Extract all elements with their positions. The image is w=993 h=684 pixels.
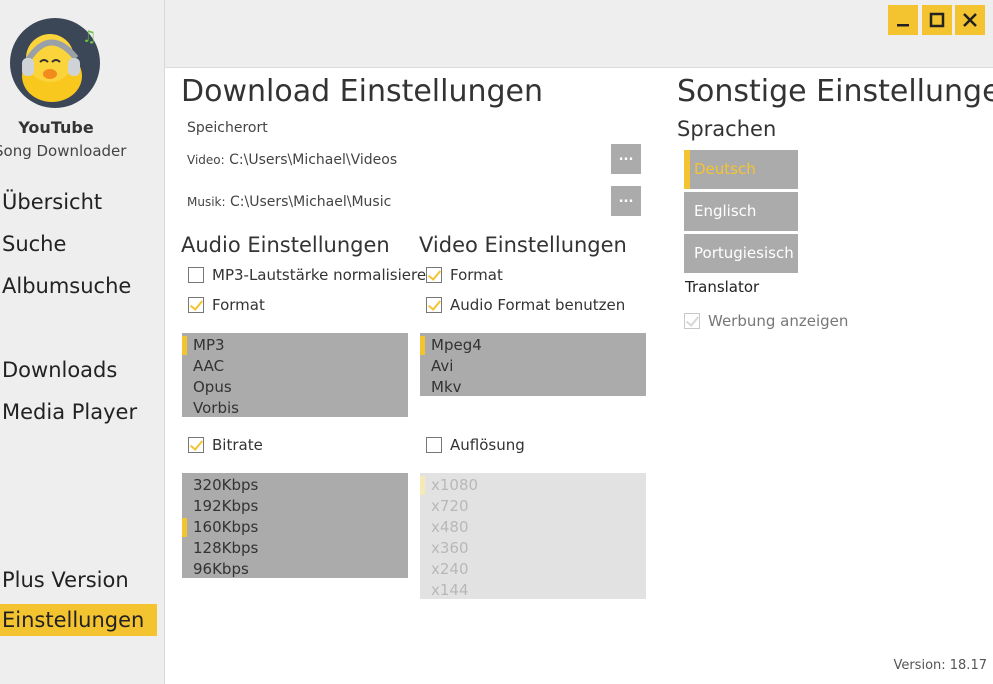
download-settings-heading: Download Einstellungen (181, 74, 544, 109)
list-item[interactable]: x144 (420, 580, 646, 601)
use-audio-format-label: Audio Format benutzen (450, 296, 626, 314)
list-item[interactable]: x1080 (420, 475, 646, 496)
list-item[interactable]: 192Kbps (182, 496, 408, 517)
video-format-checkbox[interactable]: Format (426, 266, 503, 284)
translator-link[interactable]: Translator (685, 278, 759, 296)
video-format-label: Format (450, 266, 503, 284)
video-path: C:\Users\Michael\Videos (229, 152, 398, 168)
list-item[interactable]: Vorbis (182, 398, 408, 419)
app-subtitle: Song Downloader (0, 142, 127, 160)
close-icon (963, 13, 977, 27)
resolution-checkbox[interactable]: Auflösung (426, 436, 525, 454)
nav-item-uebersicht[interactable]: Übersicht (0, 186, 157, 218)
nav-item-media-player[interactable]: Media Player (0, 396, 157, 428)
nav-item-albumsuche[interactable]: Albumsuche (0, 270, 157, 302)
bitrate-label: Bitrate (212, 436, 263, 454)
video-format-checkbox-box (426, 267, 442, 283)
video-label: Video: (187, 153, 225, 167)
version-label: Version: 18.17 (893, 658, 987, 673)
resolution-label: Auflösung (450, 436, 525, 454)
location-label: Speicherort (187, 120, 268, 136)
svg-text:♫: ♫ (82, 27, 96, 46)
music-label: Musik: (187, 195, 226, 209)
music-browse-button[interactable]: ... (611, 186, 641, 216)
sidebar: ♫ YouTube Song Downloader Übersicht Such… (0, 0, 165, 684)
list-item[interactable]: Mpeg4 (420, 335, 646, 356)
minimize-button[interactable] (888, 5, 918, 35)
show-ads-checkbox[interactable]: Werbung anzeigen (684, 312, 848, 330)
music-path: C:\Users\Michael\Music (230, 194, 392, 210)
list-item[interactable]: 128Kbps (182, 538, 408, 559)
list-item[interactable]: 160Kbps (182, 517, 408, 538)
close-button[interactable] (955, 5, 985, 35)
bitrate-list[interactable]: 320Kbps 192Kbps 160Kbps 128Kbps 96Kbps (182, 473, 408, 578)
video-path-row: Video: C:\Users\Michael\Videos (187, 152, 397, 168)
language-deutsch[interactable]: Deutsch (684, 150, 798, 189)
list-item[interactable]: AAC (182, 356, 408, 377)
bitrate-checkbox[interactable]: Bitrate (188, 436, 263, 454)
video-browse-button[interactable]: ... (611, 144, 641, 174)
music-path-row: Musik: C:\Users\Michael\Music (187, 194, 391, 210)
list-item[interactable]: x720 (420, 496, 646, 517)
audio-format-checkbox-box (188, 297, 204, 313)
video-settings-heading: Video Einstellungen (419, 233, 627, 257)
normalize-checkbox-box (188, 267, 204, 283)
resolution-list[interactable]: x1080 x720 x480 x360 x240 x144 (420, 473, 646, 599)
nav-item-plus-version[interactable]: Plus Version (0, 564, 157, 596)
list-item[interactable]: Mkv (420, 377, 646, 398)
language-englisch[interactable]: Englisch (684, 192, 798, 231)
resolution-checkbox-box (426, 437, 442, 453)
bitrate-checkbox-box (188, 437, 204, 453)
title-bar (165, 0, 993, 68)
language-portugiesisch[interactable]: Portugiesisch (684, 234, 798, 273)
show-ads-label: Werbung anzeigen (708, 312, 849, 330)
list-item[interactable]: Avi (420, 356, 646, 377)
list-item[interactable]: x360 (420, 538, 646, 559)
list-item[interactable]: 320Kbps (182, 475, 408, 496)
nav-item-einstellungen[interactable]: Einstellungen (0, 604, 157, 636)
nav-item-suche[interactable]: Suche (0, 228, 157, 260)
other-settings-heading: Sonstige Einstellungen (677, 74, 993, 109)
use-audio-format-checkbox-box (426, 297, 442, 313)
chick-with-headphones-icon: ♫ (10, 18, 100, 108)
nav-item-downloads[interactable]: Downloads (0, 354, 157, 386)
normalize-checkbox[interactable]: MP3-Lautstärke normalisieren (188, 266, 436, 284)
audio-format-list[interactable]: MP3 AAC Opus Vorbis (182, 333, 408, 417)
show-ads-checkbox-box (684, 313, 700, 329)
languages-heading: Sprachen (677, 117, 777, 141)
minimize-icon (897, 24, 909, 27)
list-item[interactable]: MP3 (182, 335, 408, 356)
app-title: YouTube (18, 118, 94, 137)
maximize-button[interactable] (922, 5, 952, 35)
audio-format-checkbox[interactable]: Format (188, 296, 265, 314)
use-audio-format-checkbox[interactable]: Audio Format benutzen (426, 296, 625, 314)
list-item[interactable]: x480 (420, 517, 646, 538)
audio-settings-heading: Audio Einstellungen (181, 233, 390, 257)
list-item[interactable]: 96Kbps (182, 559, 408, 580)
audio-format-label: Format (212, 296, 265, 314)
normalize-label: MP3-Lautstärke normalisieren (212, 266, 436, 284)
list-item[interactable]: x240 (420, 559, 646, 580)
video-format-list[interactable]: Mpeg4 Avi Mkv (420, 333, 646, 396)
maximize-icon (929, 12, 945, 28)
list-item[interactable]: Opus (182, 377, 408, 398)
